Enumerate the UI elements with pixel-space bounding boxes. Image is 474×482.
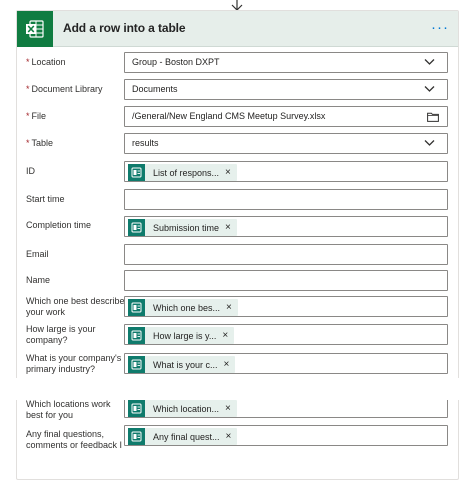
describes-work-label: Which one best describes your work	[26, 296, 130, 317]
location-value: Group - Boston DXPT	[132, 57, 220, 67]
company-size-label: How large is your company?	[26, 324, 96, 345]
id-field[interactable]: List of respons... ×	[124, 161, 448, 182]
industry-field[interactable]: What is your c... ×	[124, 353, 448, 374]
remove-token-button[interactable]: ×	[225, 167, 231, 178]
dynamic-content-token[interactable]: How large is y... ×	[128, 327, 235, 344]
remove-token-button[interactable]: ×	[222, 330, 228, 341]
dynamic-content-token[interactable]: Submission time ×	[128, 219, 237, 236]
chevron-down-icon	[424, 59, 435, 65]
excel-logo	[17, 11, 53, 47]
document-library-value: Documents	[132, 84, 178, 94]
dynamic-content-token[interactable]: List of respons... ×	[128, 164, 237, 181]
remove-token-button[interactable]: ×	[225, 403, 231, 414]
token-label: Which one bes...	[153, 302, 221, 313]
required-mark: *	[26, 84, 30, 94]
email-field[interactable]	[124, 244, 448, 265]
required-mark: *	[26, 57, 30, 67]
token-label: Any final quest...	[153, 431, 220, 442]
forms-icon	[128, 299, 145, 316]
final-questions-label: Any final questions, comments or feedbac…	[26, 429, 123, 450]
more-options-button[interactable]: ···	[431, 19, 449, 36]
table-value: results	[132, 138, 159, 148]
chevron-down-icon	[424, 86, 435, 92]
required-mark: *	[26, 138, 30, 148]
file-picker[interactable]: /General/New England CMS Meetup Survey.x…	[124, 106, 448, 127]
forms-icon	[128, 327, 145, 344]
remove-token-button[interactable]: ×	[226, 431, 232, 442]
location-dropdown[interactable]: Group - Boston DXPT	[124, 52, 448, 73]
email-label: Email	[26, 249, 49, 259]
forms-icon	[128, 428, 145, 445]
forms-icon	[128, 164, 145, 181]
locations-label: Which locations work best for you	[26, 399, 111, 420]
chevron-down-icon	[424, 140, 435, 146]
forms-icon	[128, 219, 145, 236]
document-library-label: * Document Library	[26, 84, 103, 94]
forms-icon	[128, 400, 145, 417]
forms-icon	[128, 356, 145, 373]
locations-field[interactable]: Which location... ×	[124, 397, 448, 418]
dynamic-content-token[interactable]: Which one bes... ×	[128, 299, 238, 316]
describes-work-field[interactable]: Which one bes... ×	[124, 296, 448, 317]
name-label: Name	[26, 275, 51, 285]
start-time-label: Start time	[26, 194, 65, 204]
start-time-field[interactable]	[124, 189, 448, 210]
folder-icon[interactable]	[427, 112, 439, 122]
table-dropdown[interactable]: results	[124, 133, 448, 154]
dynamic-content-token[interactable]: What is your c... ×	[128, 356, 236, 373]
token-label: What is your c...	[153, 359, 218, 370]
remove-token-button[interactable]: ×	[225, 222, 231, 233]
name-field[interactable]	[124, 270, 448, 291]
dynamic-content-token[interactable]: Which location... ×	[128, 400, 237, 417]
token-label: Submission time	[153, 222, 220, 233]
required-mark: *	[26, 111, 30, 121]
token-label: How large is y...	[153, 330, 217, 341]
final-questions-field[interactable]: Any final quest... ×	[124, 425, 448, 446]
document-library-dropdown[interactable]: Documents	[124, 79, 448, 100]
id-label: ID	[26, 166, 35, 176]
dynamic-content-token[interactable]: Any final quest... ×	[128, 428, 238, 445]
excel-icon	[26, 20, 44, 38]
remove-token-button[interactable]: ×	[224, 359, 230, 370]
location-label: * Location	[26, 57, 66, 67]
crop-gap	[16, 378, 459, 400]
company-size-field[interactable]: How large is y... ×	[124, 324, 448, 345]
token-label: Which location...	[153, 403, 220, 414]
file-value: /General/New England CMS Meetup Survey.x…	[132, 111, 326, 121]
file-label: * File	[26, 111, 47, 121]
token-label: List of respons...	[153, 167, 220, 178]
action-header[interactable]: Add a row into a table ···	[17, 11, 458, 47]
completion-time-field[interactable]: Submission time ×	[124, 216, 448, 237]
action-title: Add a row into a table	[63, 21, 186, 35]
table-label: * Table	[26, 138, 54, 148]
industry-label: What is your company's primary industry?	[26, 353, 122, 374]
completion-time-label: Completion time	[26, 220, 92, 230]
action-card: Add a row into a table ··· * Location Gro…	[16, 10, 459, 480]
remove-token-button[interactable]: ×	[226, 302, 232, 313]
